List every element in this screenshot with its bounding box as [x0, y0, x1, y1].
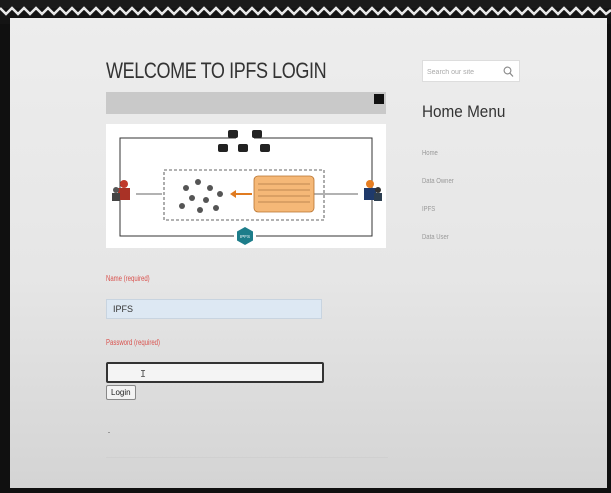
site-search — [422, 60, 520, 83]
text-cursor-icon: I — [140, 369, 147, 380]
login-page: WELCOME TO IPFS LOGIN IPFS Name (require… — [10, 18, 607, 488]
network-nodes — [179, 179, 223, 213]
data-user-figure — [364, 180, 382, 201]
footer-divider — [106, 457, 388, 458]
home-menu-title: Home Menu — [422, 102, 506, 121]
name-label: Name (required) — [106, 274, 150, 283]
menu-item-data-user[interactable]: Data User — [422, 234, 449, 241]
ipfs-architecture-diagram: IPFS — [106, 124, 386, 248]
password-input[interactable] — [106, 362, 324, 383]
menu-item-data-owner[interactable]: Data Owner — [422, 178, 454, 185]
login-button[interactable]: Login — [106, 385, 136, 400]
banner-corner-square — [374, 94, 384, 104]
search-input[interactable] — [423, 62, 509, 83]
password-label: Password (required) — [106, 338, 161, 347]
menu-item-ipfs[interactable]: IPFS — [422, 206, 435, 213]
data-owner-figure — [112, 180, 130, 201]
title-banner-bar — [106, 92, 386, 114]
ipfs-hub-label: IPFS — [240, 234, 250, 239]
page-title: WELCOME TO IPFS LOGIN — [106, 58, 327, 83]
small-dot — [108, 432, 110, 433]
search-icon[interactable] — [503, 65, 514, 83]
menu-item-home[interactable]: Home — [422, 150, 438, 157]
home-menu-list: Home Data Owner IPFS Data User — [422, 142, 459, 254]
server-icon — [218, 130, 270, 152]
name-input[interactable] — [106, 299, 322, 319]
